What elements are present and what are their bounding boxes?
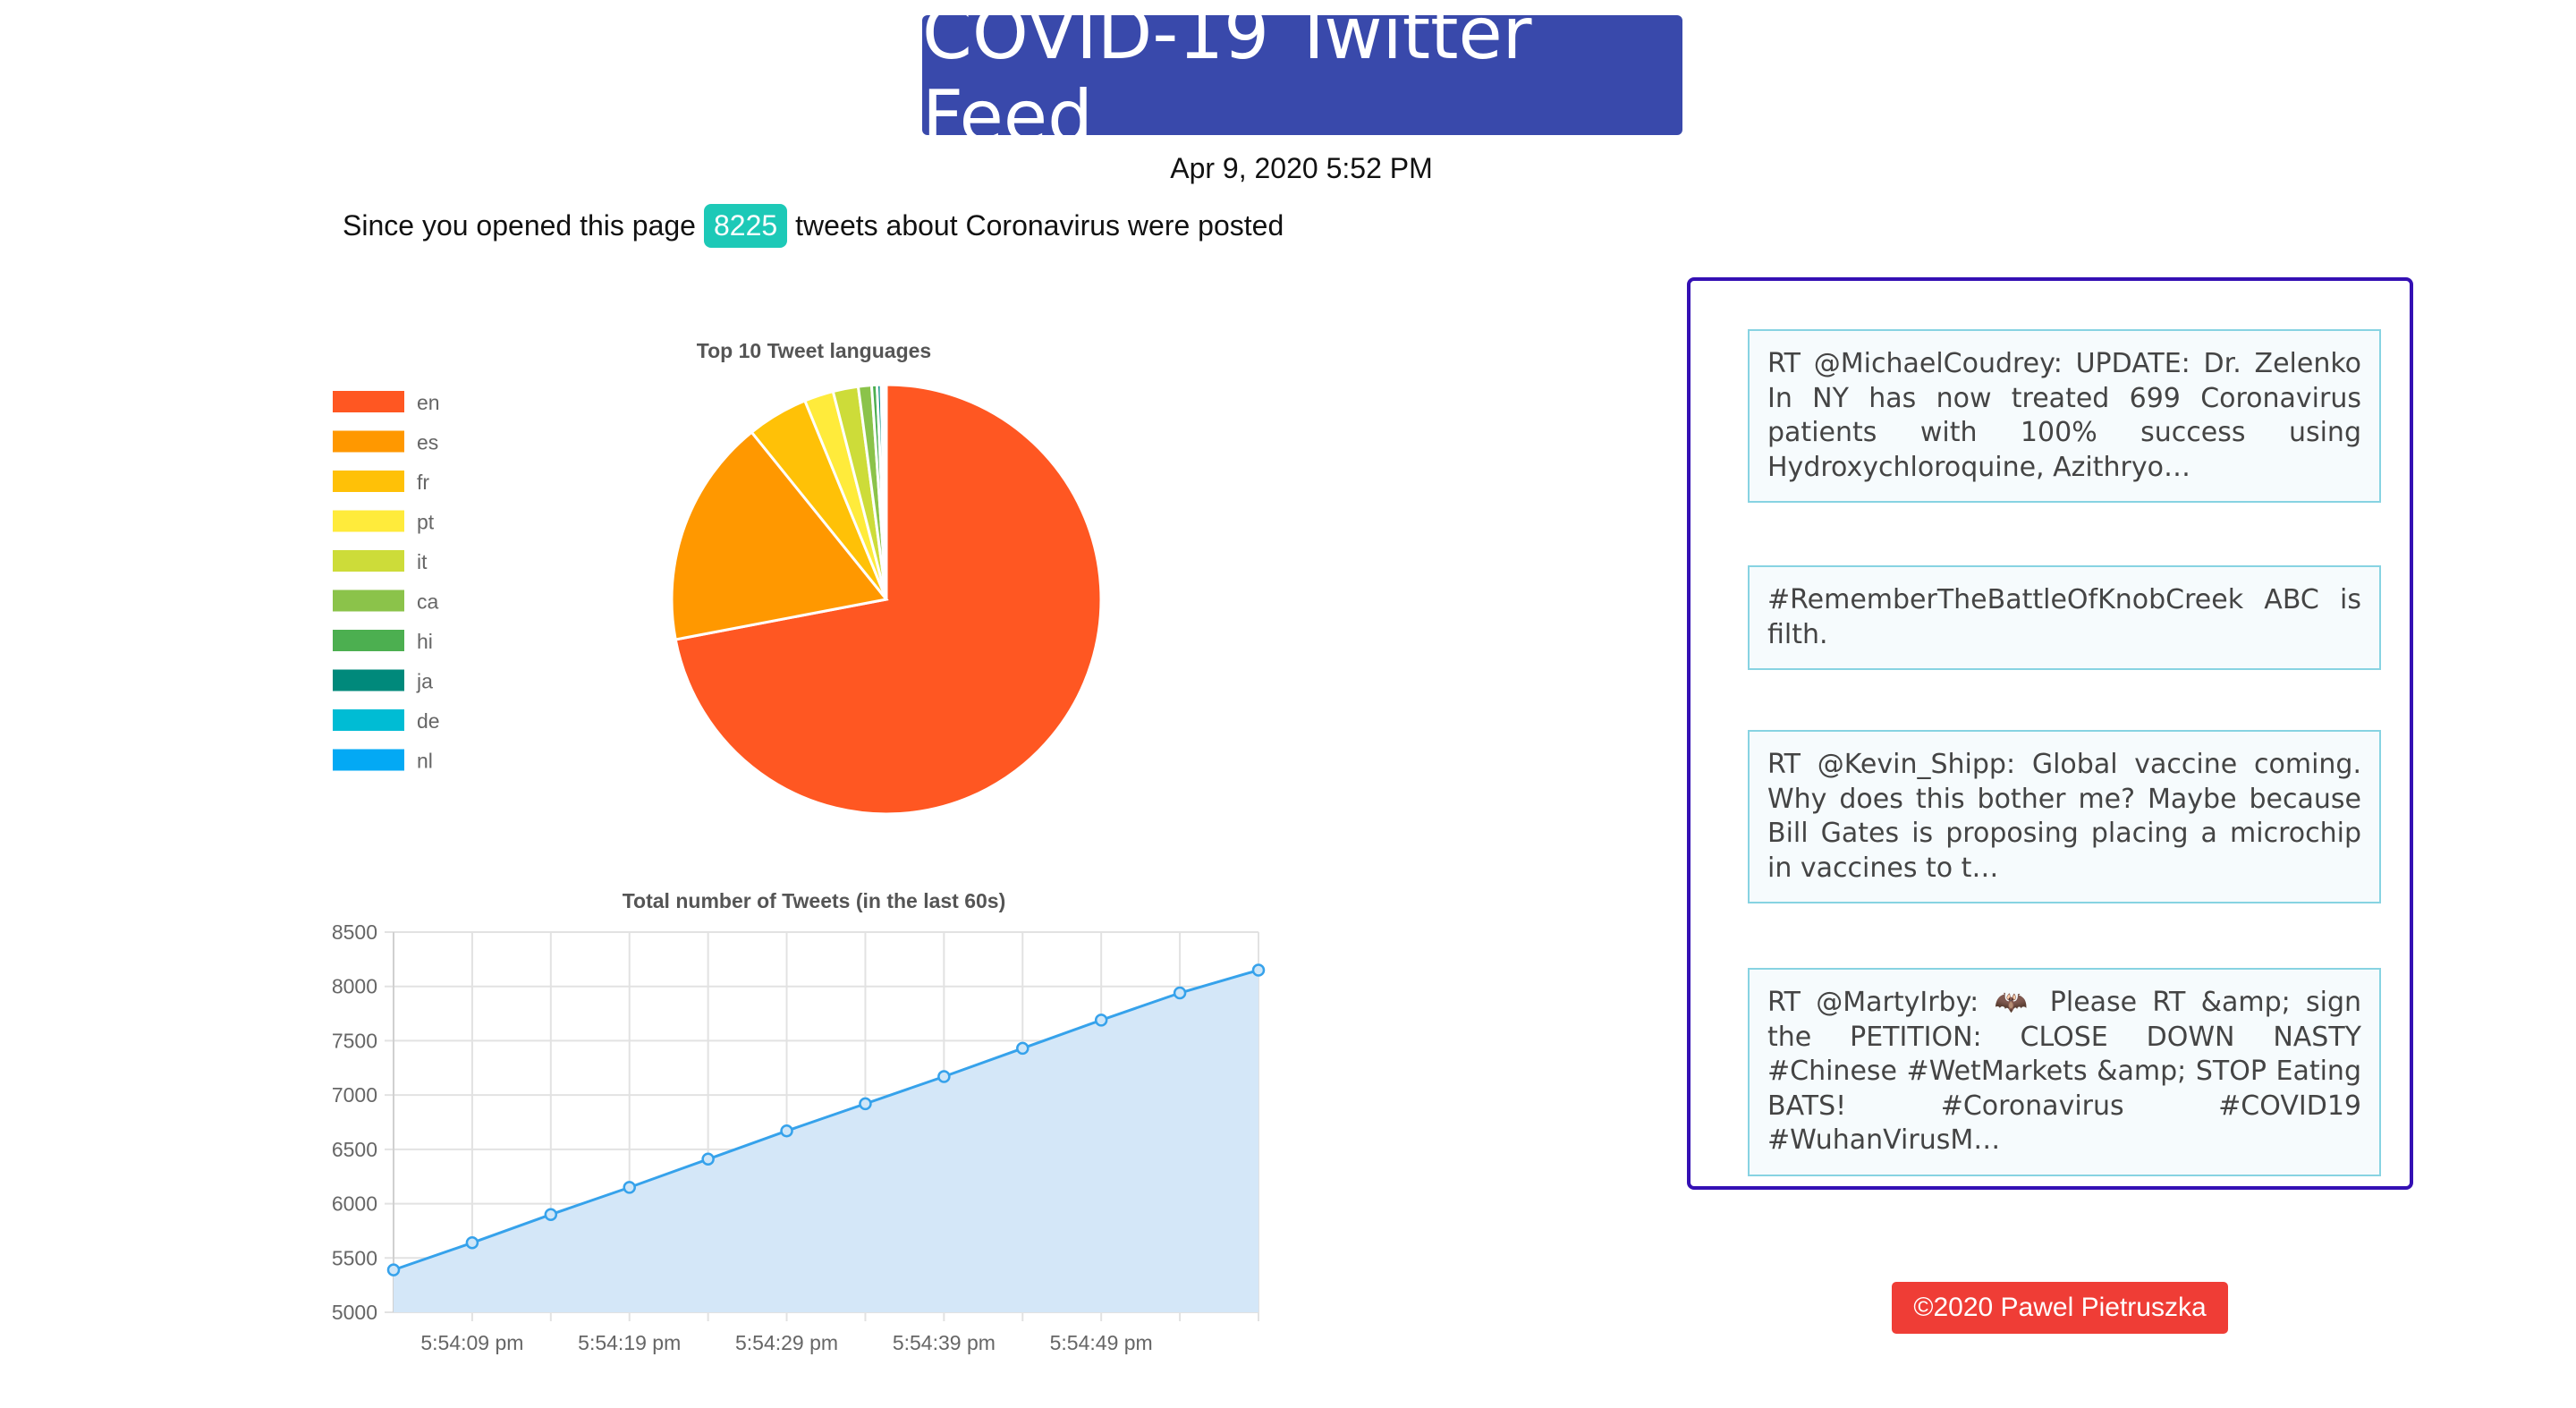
legend-swatch [333, 430, 404, 453]
data-point [1094, 1014, 1108, 1027]
tweet-counter: Since you opened this page 8225 tweets a… [343, 204, 1284, 248]
legend-swatch [333, 749, 404, 771]
legend-swatch [333, 709, 404, 731]
y-tick-label: 7000 [332, 1083, 377, 1107]
legend-swatch [333, 471, 404, 492]
pie-title: Top 10 Tweet languages [697, 339, 931, 362]
legend-label: en [417, 391, 440, 414]
legend-label: pt [417, 511, 435, 534]
tweets-line-chart: Total number of Tweets (in the last 60s)… [318, 877, 1266, 1378]
tweet-card: RT @Kevin_Shipp: Global vaccine coming. … [1748, 730, 2381, 903]
tweet-card: RT @MichaelCoudrey: UPDATE: Dr. Zelenko … [1748, 329, 2381, 503]
legend-swatch [333, 630, 404, 651]
data-point [544, 1208, 558, 1221]
line-chart-title: Total number of Tweets (in the last 60s) [623, 889, 1006, 912]
y-tick-label: 6000 [332, 1192, 377, 1216]
tweet-card: RT @MartyIrby: 🦇 Please RT &amp; sign th… [1748, 968, 2381, 1176]
legend-swatch [333, 669, 404, 691]
legend-label: ca [417, 590, 439, 614]
tweet-feed: RT @MichaelCoudrey: UPDATE: Dr. Zelenko … [1687, 277, 2413, 1190]
languages-pie-chart: Top 10 Tweet languages en es fr pt it ca hi ja de… [331, 331, 1136, 832]
legend-label: fr [417, 471, 429, 494]
counter-prefix: Since you opened this page [343, 209, 696, 242]
data-point [465, 1236, 479, 1250]
legend-swatch [333, 550, 404, 572]
footer-credit: ©2020 Pawel Pietruszka [1892, 1282, 2228, 1334]
y-tick-label: 8000 [332, 975, 377, 998]
y-tick-label: 8500 [332, 920, 377, 944]
legend-label: it [417, 550, 428, 573]
data-point [1016, 1041, 1030, 1056]
date-time: Apr 9, 2020 5:52 PM [1170, 152, 1433, 184]
y-tick-label: 5000 [332, 1301, 377, 1324]
legend-swatch [333, 589, 404, 612]
data-point [1251, 963, 1266, 977]
x-tick-label: 5:54:49 pm [1050, 1331, 1153, 1354]
legend-label: hi [417, 630, 433, 653]
legend-swatch [333, 391, 404, 412]
data-point [386, 1263, 401, 1277]
data-point [780, 1124, 793, 1138]
legend-label: es [417, 431, 438, 454]
data-point [701, 1152, 715, 1166]
x-tick-label: 5:54:09 pm [420, 1331, 523, 1354]
count-badge: 8225 [703, 204, 788, 248]
y-tick-label: 6500 [332, 1138, 377, 1161]
counter-suffix: tweets about Coronavirus were posted [795, 209, 1284, 242]
data-point [859, 1097, 872, 1111]
data-point [623, 1181, 636, 1194]
legend-label: ja [416, 670, 433, 693]
page-title: COVID-19 Twitter Feed [922, 0, 1682, 158]
x-tick-label: 5:54:29 pm [735, 1331, 838, 1354]
data-point [1173, 986, 1187, 1000]
y-tick-label: 5500 [332, 1246, 377, 1269]
legend-label: nl [417, 750, 433, 773]
legend-label: de [417, 709, 440, 733]
data-point [937, 1070, 951, 1083]
y-tick-label: 7500 [332, 1029, 377, 1052]
area-fill [394, 970, 1258, 1312]
x-tick-label: 5:54:19 pm [578, 1331, 681, 1354]
legend-swatch [333, 510, 404, 532]
tweet-card: #RememberTheBattleOfKnobCreek ABC is fil… [1748, 565, 2381, 670]
x-tick-label: 5:54:39 pm [893, 1331, 996, 1354]
